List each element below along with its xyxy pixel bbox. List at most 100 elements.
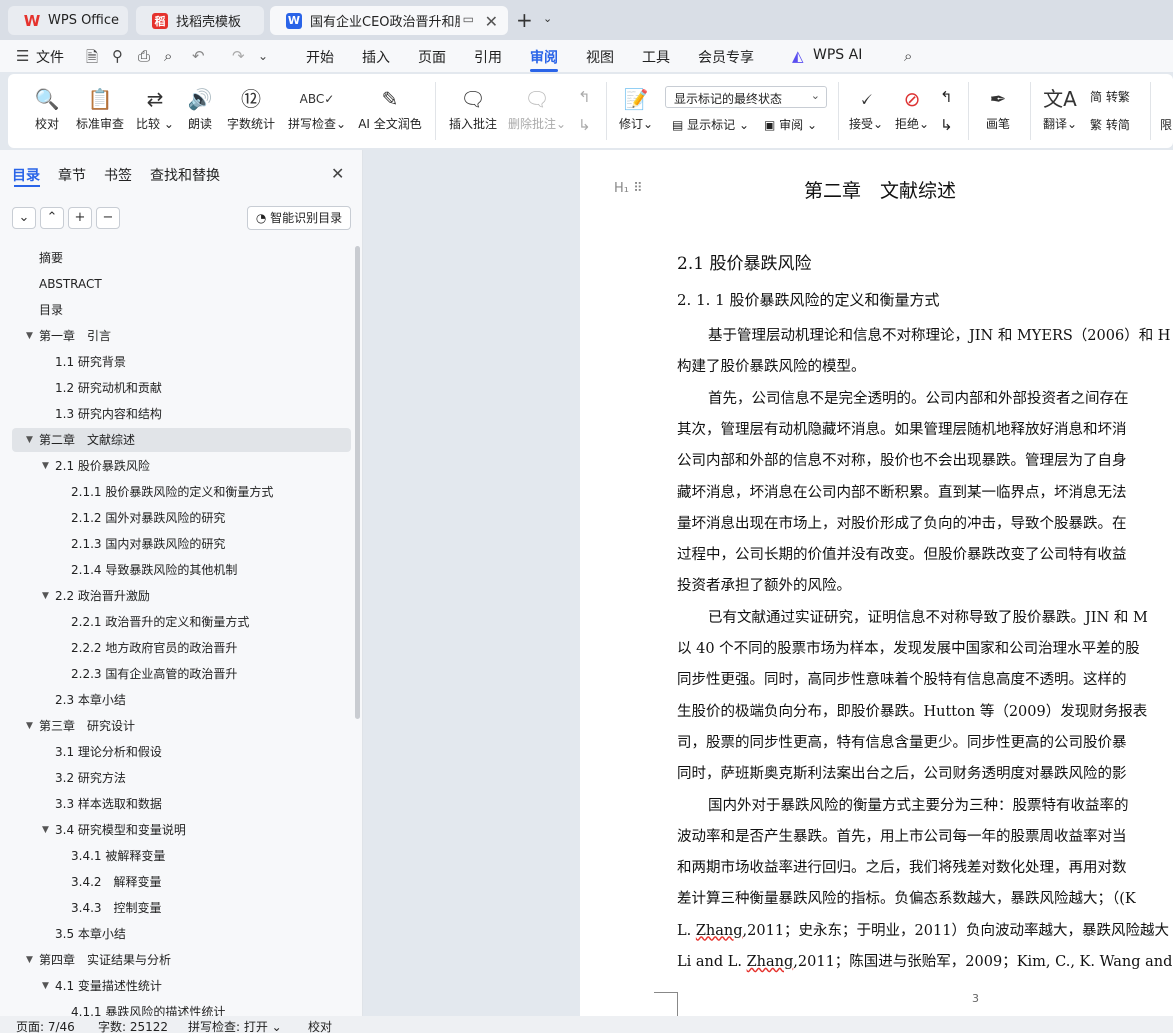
proofread-button[interactable]: 🔍 校对 bbox=[30, 84, 64, 132]
show-markup-button[interactable]: ▤ 显示标记 ⌄ bbox=[672, 116, 749, 133]
nav-tab-toc[interactable]: 目录 bbox=[12, 165, 40, 185]
toc-item[interactable]: ▼ 第四章 实证结果与分析 bbox=[0, 948, 352, 972]
toc-item[interactable]: 3.5 本章小结 bbox=[0, 922, 352, 946]
search-icon[interactable]: ⌕ bbox=[904, 47, 912, 65]
toc-item[interactable]: 3.3 样本选取和数据 bbox=[0, 792, 352, 816]
toc-item[interactable]: 3.1 理论分析和假设 bbox=[0, 740, 352, 764]
hamburger-icon[interactable]: ☰ bbox=[16, 47, 29, 65]
toc-item[interactable]: 2.1.4 导致暴跌风险的其他机制 bbox=[0, 558, 352, 582]
reject-button[interactable]: ⊘ 拒绝⌄ bbox=[892, 84, 932, 132]
translate-button[interactable]: 文A 翻译⌄ bbox=[1040, 84, 1080, 132]
toc-item[interactable]: 2.1.3 国内对暴跌风险的研究 bbox=[0, 532, 352, 556]
previous-comment-icon[interactable]: ↰ bbox=[578, 88, 591, 106]
menu-page[interactable]: 页面 bbox=[418, 47, 446, 67]
toc-item[interactable]: 3.4.3 控制变量 bbox=[0, 896, 352, 920]
toc-item[interactable]: 摘要 bbox=[0, 246, 352, 270]
revise-button[interactable]: 📝 修订⌄ bbox=[616, 84, 656, 132]
insert-comment-button[interactable]: 🗨 插入批注 bbox=[446, 84, 500, 132]
remove-heading-button[interactable]: − bbox=[96, 207, 120, 229]
tab-document[interactable]: W 国有企业CEO政治晋升和股价 ▭ ✕ bbox=[270, 6, 508, 35]
tab-wps-office[interactable]: W WPS Office bbox=[8, 6, 128, 35]
caret-down-icon[interactable]: ▼ bbox=[42, 974, 49, 998]
caret-down-icon[interactable]: ▼ bbox=[26, 324, 33, 348]
close-icon[interactable]: ✕ bbox=[331, 164, 344, 183]
menu-start[interactable]: 开始 bbox=[306, 47, 334, 67]
smart-toc-button[interactable]: ◔ 智能识别目录 bbox=[247, 206, 351, 230]
document-page[interactable]: H₁ ⠿ 第二章 文献综述 2.1 股价暴跌风险 2. 1. 1 股价暴跌风险的… bbox=[580, 150, 1173, 1016]
toc-item[interactable]: ▼ 2.1 股价暴跌风险 bbox=[0, 454, 352, 478]
caret-down-icon[interactable]: ▼ bbox=[42, 584, 49, 608]
print-icon[interactable]: ⎙ bbox=[138, 47, 150, 65]
caret-down-icon[interactable]: ▼ bbox=[26, 428, 33, 452]
toc-item[interactable]: 2.2.2 地方政府官员的政治晋升 bbox=[0, 636, 352, 660]
compare-button[interactable]: ⇄ 比较 ⌄ bbox=[134, 84, 176, 132]
tab-docer-template[interactable]: 稻 找稻壳模板 bbox=[136, 6, 264, 35]
menu-review[interactable]: 审阅 bbox=[530, 47, 558, 67]
toc-item[interactable]: ▼ 第二章 文献综述 bbox=[12, 428, 351, 452]
toc-item[interactable]: ▼ 第三章 研究设计 bbox=[0, 714, 352, 738]
undo-icon[interactable]: ↶ bbox=[192, 47, 205, 65]
toc-item[interactable]: 3.4.2 解释变量 bbox=[0, 870, 352, 894]
chevron-down-icon[interactable]: ⌄ bbox=[543, 12, 552, 25]
toc-item[interactable]: 3.2 研究方法 bbox=[0, 766, 352, 790]
spell-check-button[interactable]: ABC✓ 拼写检查⌄ bbox=[286, 84, 348, 132]
next-change-icon[interactable]: ↳ bbox=[940, 116, 953, 134]
toc-item[interactable]: ABSTRACT bbox=[0, 272, 352, 296]
caret-down-icon[interactable]: ▼ bbox=[26, 714, 33, 738]
nav-scrollbar[interactable] bbox=[355, 246, 360, 719]
wps-ai-icon[interactable]: ◭ bbox=[792, 47, 804, 65]
status-proofread[interactable]: 校对 bbox=[308, 1018, 332, 1033]
status-word-count[interactable]: 字数: 25122 bbox=[98, 1018, 168, 1033]
close-icon[interactable]: ✕ bbox=[485, 12, 498, 31]
delete-comment-button[interactable]: 🗨 删除批注⌄ bbox=[506, 84, 568, 132]
nav-tab-find-replace[interactable]: 查找和替换 bbox=[150, 165, 220, 185]
to-traditional-button[interactable]: 简 转繁 bbox=[1090, 88, 1130, 105]
nav-tab-chapters[interactable]: 章节 bbox=[58, 165, 86, 185]
collapse-all-button[interactable]: ⌄ bbox=[12, 207, 36, 229]
toc-item[interactable]: ▼ 3.4 研究模型和变量说明 bbox=[0, 818, 352, 842]
toc-item[interactable]: ▼ 4.1 变量描述性统计 bbox=[0, 974, 352, 998]
standard-review-button[interactable]: 📋 标准审查 bbox=[74, 84, 126, 132]
monitor-icon[interactable]: ▭ bbox=[463, 12, 474, 26]
add-heading-button[interactable]: + bbox=[68, 207, 92, 229]
menu-reference[interactable]: 引用 bbox=[474, 47, 502, 67]
toc-item[interactable]: ▼ 2.2 政治晋升激励 bbox=[0, 584, 352, 608]
save-icon[interactable]: 🗎 bbox=[86, 47, 98, 72]
menu-file[interactable]: 文件 bbox=[36, 47, 64, 67]
next-comment-icon[interactable]: ↳ bbox=[578, 116, 591, 134]
menu-tools[interactable]: 工具 bbox=[642, 47, 670, 67]
print-preview-icon[interactable]: ⌕ bbox=[164, 47, 172, 65]
toc-item[interactable]: ▼ 第一章 引言 bbox=[0, 324, 352, 348]
toc-item[interactable]: 2.1.2 国外对暴跌风险的研究 bbox=[0, 506, 352, 530]
toc-item[interactable]: 1.3 研究内容和结构 bbox=[0, 402, 352, 426]
toc-item[interactable]: 目录 bbox=[0, 298, 352, 322]
nav-tab-bookmarks[interactable]: 书签 bbox=[104, 165, 132, 185]
expand-up-button[interactable]: ⌃ bbox=[40, 207, 64, 229]
markup-display-select[interactable]: 显示标记的最终状态 ⌄ bbox=[665, 86, 827, 108]
read-aloud-button[interactable]: 🔊 朗读 bbox=[184, 84, 216, 132]
status-page[interactable]: 页面: 7/46 bbox=[16, 1018, 75, 1033]
toc-item[interactable]: 2.2.1 政治晋升的定义和衡量方式 bbox=[0, 610, 352, 634]
toc-item[interactable]: 2.1.1 股价暴跌风险的定义和衡量方式 bbox=[0, 480, 352, 504]
toc-item[interactable]: 1.1 研究背景 bbox=[0, 350, 352, 374]
share-icon[interactable]: ⚲ bbox=[112, 47, 123, 65]
caret-down-icon[interactable]: ▼ bbox=[42, 818, 49, 842]
chevron-down-icon[interactable]: ⌄ bbox=[258, 49, 268, 63]
caret-down-icon[interactable]: ▼ bbox=[26, 948, 33, 972]
toc-item[interactable]: 3.4.1 被解释变量 bbox=[0, 844, 352, 868]
to-simplified-button[interactable]: 繁 转简 bbox=[1090, 116, 1130, 133]
toc-item[interactable]: 4.1.1 暴跌风险的描述性统计 bbox=[0, 1000, 352, 1016]
status-spell-check[interactable]: 拼写检查: 打开 ⌄ bbox=[188, 1018, 282, 1033]
accept-button[interactable]: 🗸 接受⌄ bbox=[846, 84, 886, 132]
menu-insert[interactable]: 插入 bbox=[362, 47, 390, 67]
new-tab-icon[interactable]: + bbox=[516, 8, 533, 32]
ai-polish-button[interactable]: ✎ AI 全文润色 bbox=[356, 84, 424, 132]
toc-item[interactable]: 2.3 本章小结 bbox=[0, 688, 352, 712]
menu-view[interactable]: 视图 bbox=[586, 47, 614, 67]
previous-change-icon[interactable]: ↰ bbox=[940, 88, 953, 106]
restrict-editing-button[interactable]: 限 bbox=[1160, 116, 1172, 133]
menu-member[interactable]: 会员专享 bbox=[698, 47, 754, 67]
word-count-button[interactable]: ⑫ 字数统计 bbox=[224, 84, 278, 132]
toc-item[interactable]: 1.2 研究动机和贡献 bbox=[0, 376, 352, 400]
toc-item[interactable]: 2.2.3 国有企业高管的政治晋升 bbox=[0, 662, 352, 686]
